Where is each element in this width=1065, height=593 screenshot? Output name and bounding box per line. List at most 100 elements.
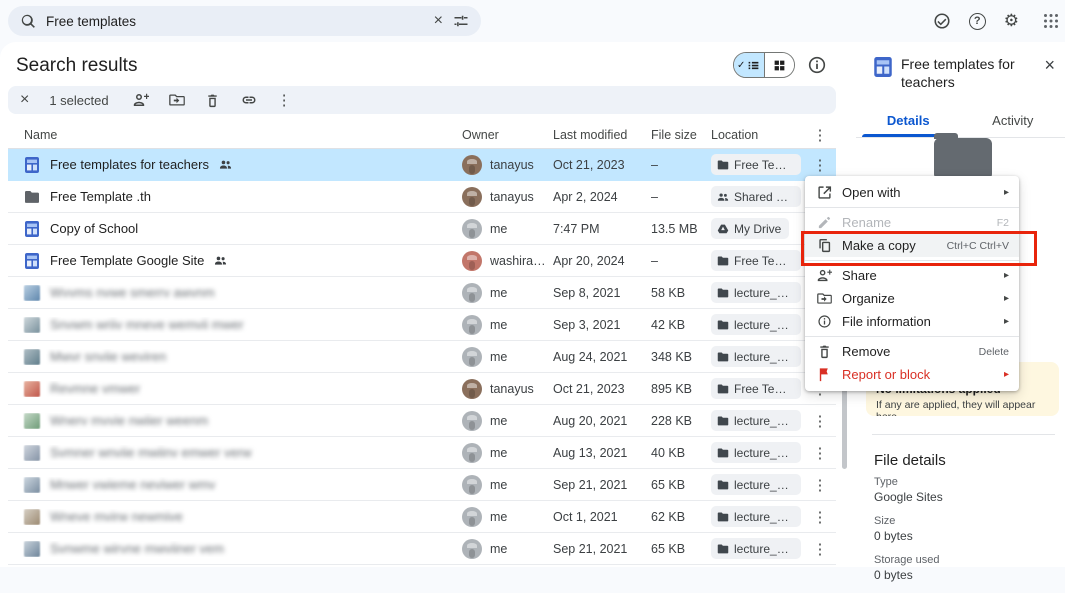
context-menu: Open with ▸ Rename F2 ▸ Make a copy Ctrl…	[805, 176, 1019, 391]
clear-search-icon[interactable]: ×	[434, 12, 443, 30]
folder-icon	[717, 511, 729, 523]
grid-view-button[interactable]	[764, 53, 795, 77]
table-row[interactable]: Svmner wnviie mwiinv emwer verw me Aug 1…	[8, 437, 836, 469]
table-row[interactable]: Free templates for teachers tanayus Oct …	[8, 149, 836, 181]
last-modified-cell: Oct 21, 2023	[553, 158, 651, 172]
name-cell: Wnerv mvvie nwiier weenm	[8, 413, 462, 429]
trash-icon[interactable]	[205, 92, 221, 108]
row-more-icon[interactable]: ⋮	[804, 444, 836, 462]
location-chip[interactable]: lecture_641	[711, 314, 801, 335]
menu-item-label: Open with	[842, 185, 901, 200]
owner-cell: me	[462, 219, 553, 239]
row-more-icon[interactable]: ⋮	[804, 156, 836, 174]
menu-item-label: Share	[842, 268, 877, 283]
location-chip[interactable]: Shared with ...	[711, 186, 801, 207]
table-row[interactable]: Wnerv mvvie nwiier weenm me Aug 20, 2021…	[8, 405, 836, 437]
menu-item-rename[interactable]: Rename F2 ▸	[805, 211, 1019, 234]
row-more-icon[interactable]: ⋮	[804, 476, 836, 494]
owner-name: me	[490, 318, 507, 332]
location-chip[interactable]: Free Templa...	[711, 154, 801, 175]
close-details-icon[interactable]: ×	[1044, 56, 1055, 74]
menu-item-organize[interactable]: Organize ▸	[805, 287, 1019, 310]
copy-link-icon[interactable]	[241, 92, 257, 108]
menu-item-file-information[interactable]: File information ▸	[805, 310, 1019, 333]
menu-item-icon	[817, 291, 832, 306]
location-cell: lecture_641	[711, 346, 804, 367]
location-chip[interactable]: lecture_641	[711, 410, 801, 431]
owner-cell: me	[462, 283, 553, 303]
table-row[interactable]: Svnwme wirvne mwviiner vem me Sep 21, 20…	[8, 533, 836, 565]
column-header-size[interactable]: File size	[651, 128, 711, 142]
menu-item-open-with[interactable]: Open with ▸	[805, 181, 1019, 204]
last-modified-cell: Oct 21, 2023	[553, 382, 651, 396]
owner-cell: tanayus	[462, 379, 553, 399]
location-chip[interactable]: Free Templa...	[711, 378, 801, 399]
file-details-heading: File details	[874, 452, 946, 469]
file-name: Mnwer vwieme neviwer wmv	[50, 477, 215, 492]
table-row[interactable]: Snvwm wriiv mneve wemvii mwer me Sep 3, …	[8, 309, 836, 341]
view-details-info-icon[interactable]	[806, 54, 828, 76]
search-filters-icon[interactable]	[453, 13, 469, 29]
row-more-icon[interactable]: ⋮	[804, 508, 836, 526]
share-person-add-icon[interactable]	[133, 92, 149, 108]
search-icon[interactable]	[20, 13, 36, 29]
location-chip[interactable]: Free Templa...	[711, 250, 801, 271]
menu-item-make-a-copy[interactable]: Make a copy Ctrl+C Ctrl+V ▸	[805, 234, 1019, 257]
clear-selection-icon[interactable]: ×	[20, 92, 29, 108]
owner-avatar	[462, 379, 482, 399]
details-panel-title: Free templates for teachers	[901, 56, 1021, 91]
menu-item-shortcut: Delete	[979, 346, 1009, 358]
settings-icon[interactable]: ⚙	[1004, 11, 1019, 31]
offline-status-icon[interactable]	[933, 12, 951, 30]
column-settings-icon[interactable]: ⋮	[804, 126, 836, 144]
submenu-arrow-icon: ▸	[1004, 316, 1009, 327]
move-folder-icon[interactable]	[169, 92, 185, 108]
search-bar[interactable]: ×	[8, 6, 481, 36]
menu-item-shortcut: Ctrl+C Ctrl+V	[947, 240, 1009, 252]
location-chip[interactable]: lecture_641	[711, 538, 801, 559]
apps-grid-icon[interactable]	[1037, 14, 1051, 28]
column-header-modified[interactable]: Last modified	[553, 128, 651, 142]
location-label: lecture_641	[734, 446, 793, 460]
location-chip[interactable]: lecture_641	[711, 282, 801, 303]
location-chip[interactable]: lecture_641	[711, 442, 801, 463]
table-row[interactable]: Free Template Google Site washirawan... …	[8, 245, 836, 277]
location-chip[interactable]: lecture_641	[711, 346, 801, 367]
topbar-actions: ? ⚙	[933, 11, 1051, 31]
table-row[interactable]: Copy of School me 7:47 PM 13.5 MB My Dri…	[8, 213, 836, 245]
menu-item-label: Make a copy	[842, 238, 916, 253]
table-row[interactable]: Mwvr snviie weviren me Aug 24, 2021 348 …	[8, 341, 836, 373]
row-more-icon[interactable]: ⋮	[804, 540, 836, 558]
owner-avatar	[462, 347, 482, 367]
grid-view-icon	[773, 59, 786, 72]
menu-item-remove[interactable]: Remove Delete ▸	[805, 340, 1019, 363]
table-row[interactable]: Wneve mvirw newmive me Oct 1, 2021 62 KB…	[8, 501, 836, 533]
column-header-name[interactable]: Name	[8, 128, 462, 142]
location-chip[interactable]: lecture_641	[711, 506, 801, 527]
search-input[interactable]	[46, 14, 424, 29]
list-view-button[interactable]: ✓	[734, 53, 764, 77]
drive-icon	[717, 223, 729, 235]
row-more-icon[interactable]: ⋮	[804, 412, 836, 430]
location-cell: lecture_641	[711, 474, 804, 495]
menu-item-report-or-block[interactable]: Report or block ▸	[805, 363, 1019, 386]
location-label: lecture_641	[734, 350, 793, 364]
column-header-location[interactable]: Location	[711, 128, 804, 142]
table-row[interactable]: Free Template .th tanayus Apr 2, 2024 – …	[8, 181, 836, 213]
location-chip[interactable]: lecture_641	[711, 474, 801, 495]
location-cell: My Drive	[711, 218, 804, 239]
help-icon[interactable]: ?	[969, 13, 986, 30]
name-cell: Mwvr snviie weviren	[8, 349, 462, 365]
table-row[interactable]: Mnwer vwieme neviwer wmv me Sep 21, 2021…	[8, 469, 836, 501]
menu-item-label: Report or block	[842, 367, 930, 382]
table-row[interactable]: Revmne vmwer tanayus Oct 21, 2023 895 KB…	[8, 373, 836, 405]
tab-activity[interactable]: Activity	[961, 105, 1065, 137]
location-chip[interactable]: My Drive	[711, 218, 789, 239]
name-cell: Wvvms nvwe smerrv awvnm	[8, 285, 462, 301]
menu-item-share[interactable]: Share ▸	[805, 264, 1019, 287]
column-header-owner[interactable]: Owner	[462, 128, 553, 142]
owner-avatar	[462, 251, 482, 271]
table-row[interactable]: Wvvms nvwe smerrv awvnm me Sep 8, 2021 5…	[8, 277, 836, 309]
toolbar-more-icon[interactable]: ⋮	[277, 91, 292, 109]
submenu-arrow-icon: ▸	[1004, 293, 1009, 304]
